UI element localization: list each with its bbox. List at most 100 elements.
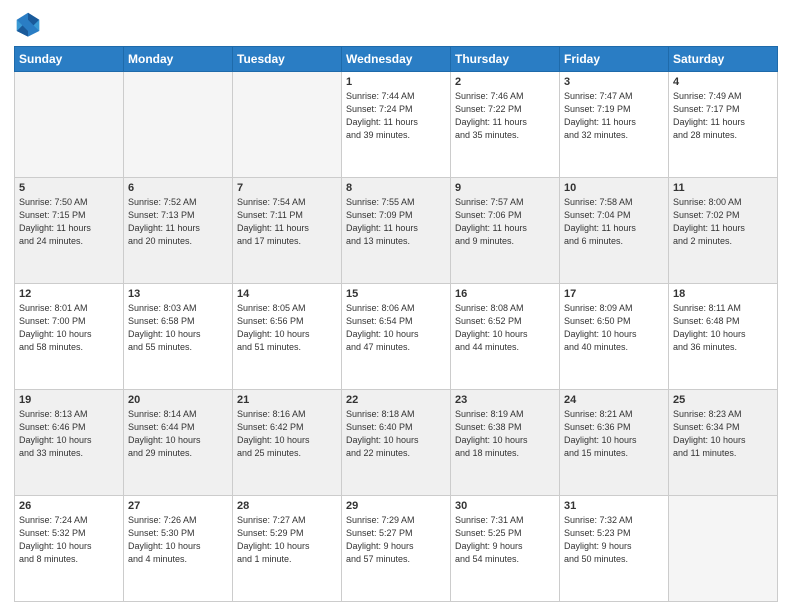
day-info: Sunrise: 7:58 AM Sunset: 7:04 PM Dayligh… [564,196,664,248]
day-cell-18: 18 Sunrise: 8:11 AM Sunset: 6:48 PM Dayli… [669,284,778,390]
day-cell-20: 20 Sunrise: 8:14 AM Sunset: 6:44 PM Dayli… [124,390,233,496]
day-info: Sunrise: 8:16 AM Sunset: 6:42 PM Dayligh… [237,408,337,460]
day-number: 12 [19,288,119,300]
day-number: 23 [455,394,555,406]
day-header-tuesday: Tuesday [233,47,342,72]
day-info: Sunrise: 8:08 AM Sunset: 6:52 PM Dayligh… [455,302,555,354]
day-cell-27: 27Sunrise: 7:26 AM Sunset: 5:30 PM Dayli… [124,496,233,602]
day-number: 11 [673,182,773,194]
day-cell-7: 7 Sunrise: 7:54 AM Sunset: 7:11 PM Daylig… [233,178,342,284]
day-info: Sunrise: 8:09 AM Sunset: 6:50 PM Dayligh… [564,302,664,354]
calendar-week-4: 19 Sunrise: 8:13 AM Sunset: 6:46 PM Dayli… [15,390,778,496]
day-info: Sunrise: 7:57 AM Sunset: 7:06 PM Dayligh… [455,196,555,248]
day-number: 6 [128,182,228,194]
day-info: Sunrise: 7:55 AM Sunset: 7:09 PM Dayligh… [346,196,446,248]
empty-cell [15,72,124,178]
day-cell-29: 29 Sunrise: 7:29 AM Sunset: 5:27 PM Dayli… [342,496,451,602]
calendar-week-2: 5Sunrise: 7:50 AM Sunset: 7:15 PM Daylig… [15,178,778,284]
page: SundayMondayTuesdayWednesdayThursdayFrid… [0,0,792,612]
empty-cell [124,72,233,178]
day-cell-26: 26 Sunrise: 7:24 AM Sunset: 5:32 PM Dayli… [15,496,124,602]
day-info: Sunrise: 7:46 AM Sunset: 7:22 PM Dayligh… [455,90,555,142]
day-cell-31: 31 Sunrise: 7:32 AM Sunset: 5:23 PM Dayli… [560,496,669,602]
calendar-week-1: 1 Sunrise: 7:44 AM Sunset: 7:24 PM Daylig… [15,72,778,178]
day-info: Sunrise: 8:05 AM Sunset: 6:56 PM Dayligh… [237,302,337,354]
day-number: 9 [455,182,555,194]
day-cell-23: 23 Sunrise: 8:19 AM Sunset: 6:38 PM Dayli… [451,390,560,496]
day-cell-22: 22 Sunrise: 8:18 AM Sunset: 6:40 PM Dayli… [342,390,451,496]
empty-cell [233,72,342,178]
day-number: 21 [237,394,337,406]
day-cell-4: 4Sunrise: 7:49 AM Sunset: 7:17 PM Daylig… [669,72,778,178]
day-header-sunday: Sunday [15,47,124,72]
day-cell-12: 12Sunrise: 8:01 AM Sunset: 7:00 PM Dayli… [15,284,124,390]
day-info: Sunrise: 7:32 AM Sunset: 5:23 PM Dayligh… [564,514,664,566]
day-cell-1: 1 Sunrise: 7:44 AM Sunset: 7:24 PM Daylig… [342,72,451,178]
day-number: 19 [19,394,119,406]
day-number: 8 [346,182,446,194]
day-info: Sunrise: 7:27 AM Sunset: 5:29 PM Dayligh… [237,514,337,566]
day-cell-3: 3 Sunrise: 7:47 AM Sunset: 7:19 PM Daylig… [560,72,669,178]
day-cell-6: 6 Sunrise: 7:52 AM Sunset: 7:13 PM Daylig… [124,178,233,284]
day-info: Sunrise: 8:06 AM Sunset: 6:54 PM Dayligh… [346,302,446,354]
day-info: Sunrise: 8:13 AM Sunset: 6:46 PM Dayligh… [19,408,119,460]
day-info: Sunrise: 8:19 AM Sunset: 6:38 PM Dayligh… [455,408,555,460]
calendar-week-5: 26 Sunrise: 7:24 AM Sunset: 5:32 PM Dayli… [15,496,778,602]
calendar-week-3: 12Sunrise: 8:01 AM Sunset: 7:00 PM Dayli… [15,284,778,390]
day-number: 24 [564,394,664,406]
day-cell-11: 11 Sunrise: 8:00 AM Sunset: 7:02 PM Dayli… [669,178,778,284]
day-cell-28: 28 Sunrise: 7:27 AM Sunset: 5:29 PM Dayli… [233,496,342,602]
day-number: 20 [128,394,228,406]
day-cell-9: 9 Sunrise: 7:57 AM Sunset: 7:06 PM Daylig… [451,178,560,284]
day-number: 27 [128,500,228,512]
day-cell-2: 2 Sunrise: 7:46 AM Sunset: 7:22 PM Daylig… [451,72,560,178]
day-cell-25: 25Sunrise: 8:23 AM Sunset: 6:34 PM Dayli… [669,390,778,496]
day-number: 15 [346,288,446,300]
day-info: Sunrise: 7:44 AM Sunset: 7:24 PM Dayligh… [346,90,446,142]
day-header-saturday: Saturday [669,47,778,72]
day-info: Sunrise: 8:18 AM Sunset: 6:40 PM Dayligh… [346,408,446,460]
day-info: Sunrise: 7:24 AM Sunset: 5:32 PM Dayligh… [19,514,119,566]
day-number: 13 [128,288,228,300]
day-info: Sunrise: 8:14 AM Sunset: 6:44 PM Dayligh… [128,408,228,460]
day-header-monday: Monday [124,47,233,72]
day-number: 7 [237,182,337,194]
day-number: 22 [346,394,446,406]
day-cell-21: 21 Sunrise: 8:16 AM Sunset: 6:42 PM Dayli… [233,390,342,496]
day-info: Sunrise: 7:31 AM Sunset: 5:25 PM Dayligh… [455,514,555,566]
day-cell-5: 5Sunrise: 7:50 AM Sunset: 7:15 PM Daylig… [15,178,124,284]
day-info: Sunrise: 8:00 AM Sunset: 7:02 PM Dayligh… [673,196,773,248]
day-header-thursday: Thursday [451,47,560,72]
day-number: 3 [564,76,664,88]
day-number: 17 [564,288,664,300]
day-info: Sunrise: 8:03 AM Sunset: 6:58 PM Dayligh… [128,302,228,354]
day-cell-30: 30 Sunrise: 7:31 AM Sunset: 5:25 PM Dayli… [451,496,560,602]
day-cell-15: 15 Sunrise: 8:06 AM Sunset: 6:54 PM Dayli… [342,284,451,390]
day-cell-8: 8 Sunrise: 7:55 AM Sunset: 7:09 PM Daylig… [342,178,451,284]
day-info: Sunrise: 7:54 AM Sunset: 7:11 PM Dayligh… [237,196,337,248]
day-cell-19: 19 Sunrise: 8:13 AM Sunset: 6:46 PM Dayli… [15,390,124,496]
day-number: 14 [237,288,337,300]
day-info: Sunrise: 7:47 AM Sunset: 7:19 PM Dayligh… [564,90,664,142]
empty-cell [669,496,778,602]
day-info: Sunrise: 7:49 AM Sunset: 7:17 PM Dayligh… [673,90,773,142]
day-number: 18 [673,288,773,300]
logo [14,10,46,38]
day-number: 26 [19,500,119,512]
day-header-friday: Friday [560,47,669,72]
day-cell-24: 24Sunrise: 8:21 AM Sunset: 6:36 PM Dayli… [560,390,669,496]
day-info: Sunrise: 7:52 AM Sunset: 7:13 PM Dayligh… [128,196,228,248]
day-number: 30 [455,500,555,512]
day-info: Sunrise: 8:11 AM Sunset: 6:48 PM Dayligh… [673,302,773,354]
day-number: 5 [19,182,119,194]
day-number: 31 [564,500,664,512]
day-number: 29 [346,500,446,512]
day-info: Sunrise: 7:29 AM Sunset: 5:27 PM Dayligh… [346,514,446,566]
day-number: 2 [455,76,555,88]
logo-icon [14,10,42,38]
day-number: 10 [564,182,664,194]
day-number: 1 [346,76,446,88]
header [14,10,778,38]
day-number: 28 [237,500,337,512]
day-info: Sunrise: 8:23 AM Sunset: 6:34 PM Dayligh… [673,408,773,460]
